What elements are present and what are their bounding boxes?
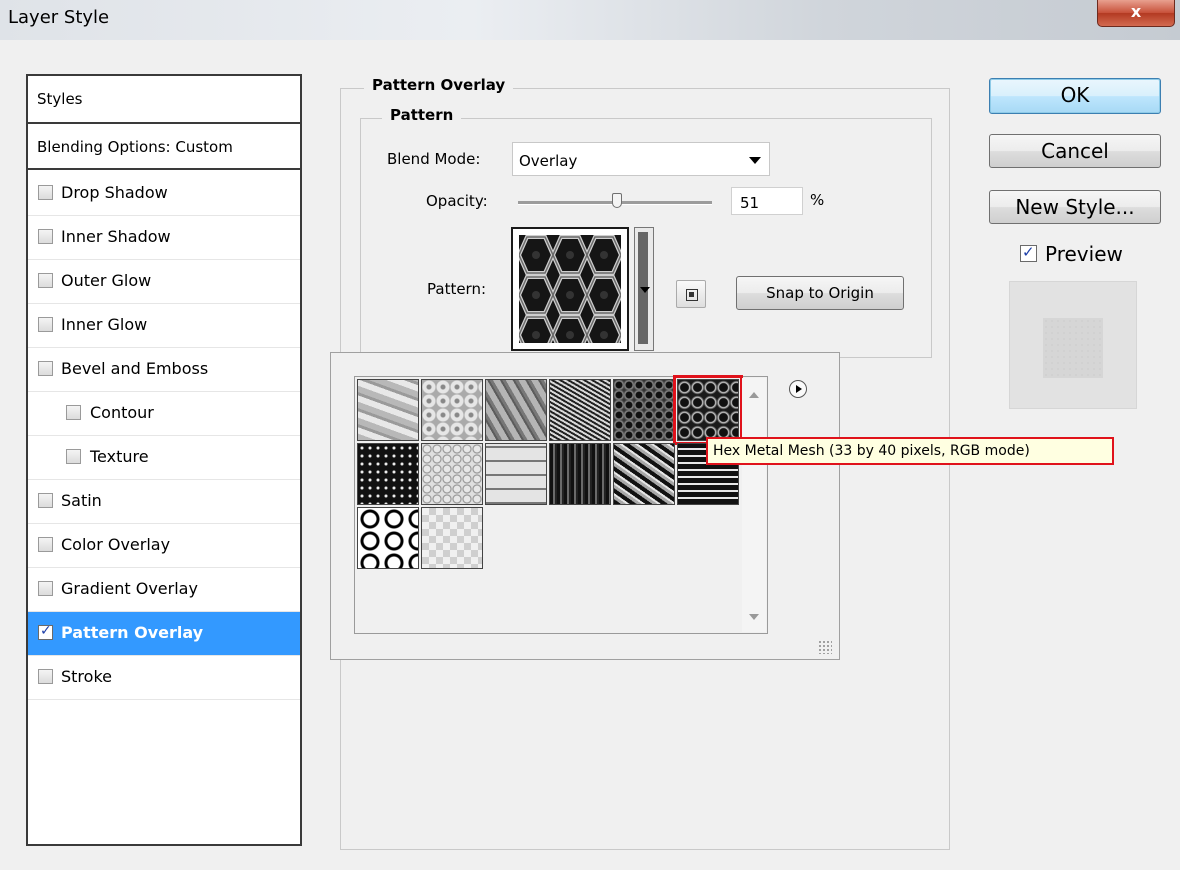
- style-item[interactable]: Stroke: [28, 656, 300, 700]
- style-checkbox[interactable]: [38, 185, 53, 200]
- style-item-label: Drop Shadow: [61, 183, 168, 202]
- window-title: Layer Style: [8, 7, 110, 28]
- pattern-tile-light-hex-rings[interactable]: [421, 443, 483, 505]
- style-checkbox[interactable]: [38, 229, 53, 244]
- pattern-label: Pattern:: [427, 280, 487, 298]
- style-item[interactable]: Contour: [28, 392, 300, 436]
- style-item-label: Texture: [90, 447, 149, 466]
- style-item[interactable]: Drop Shadow: [28, 172, 300, 216]
- style-item-label: Inner Shadow: [61, 227, 171, 246]
- resize-grip-icon[interactable]: [818, 640, 832, 654]
- style-preview: [1009, 281, 1137, 409]
- pattern-tooltip: Hex Metal Mesh (33 by 40 pixels, RGB mod…: [706, 437, 1114, 465]
- opacity-label: Opacity:: [426, 192, 488, 210]
- style-item[interactable]: Satin: [28, 480, 300, 524]
- pattern-swatch[interactable]: [511, 227, 629, 351]
- style-item-label: Stroke: [61, 667, 112, 686]
- style-checkbox[interactable]: [38, 623, 53, 640]
- pattern-grid-scrollbar[interactable]: [742, 378, 766, 632]
- pattern-tile-tile-blocks[interactable]: [485, 443, 547, 505]
- pattern-tile-vertical-stripes[interactable]: [549, 443, 611, 505]
- style-checkbox[interactable]: [38, 273, 53, 288]
- style-item[interactable]: Bevel and Emboss: [28, 348, 300, 392]
- style-item-label: Satin: [61, 491, 102, 510]
- style-item-label: Inner Glow: [61, 315, 148, 334]
- chevron-down-icon: [749, 157, 761, 164]
- preview-checkbox[interactable]: [1020, 243, 1037, 262]
- cancel-button[interactable]: Cancel: [989, 134, 1161, 168]
- picker-menu-icon[interactable]: [789, 380, 807, 398]
- scroll-down-icon[interactable]: [749, 614, 759, 620]
- style-item-label: Gradient Overlay: [61, 579, 198, 598]
- opacity-slider-thumb[interactable]: [611, 193, 622, 208]
- style-item[interactable]: Color Overlay: [28, 524, 300, 568]
- opacity-field[interactable]: 51: [731, 187, 803, 215]
- snap-to-origin-button[interactable]: Snap to Origin: [736, 276, 904, 310]
- pattern-tile-dark-hex-grid[interactable]: [613, 379, 675, 441]
- styles-list: Styles Blending Options: Custom Drop Sha…: [26, 74, 302, 846]
- style-item[interactable]: Inner Glow: [28, 304, 300, 348]
- blend-mode-value: Overlay: [519, 152, 578, 170]
- pattern-overlay-title: Pattern Overlay: [364, 76, 514, 94]
- style-item-label: Contour: [90, 403, 154, 422]
- pattern-tile-diagonal-mesh[interactable]: [549, 379, 611, 441]
- style-item[interactable]: Gradient Overlay: [28, 568, 300, 612]
- pattern-tile-hex-metal-mesh[interactable]: [673, 375, 743, 445]
- style-checkbox[interactable]: [38, 317, 53, 332]
- pattern-tile-light-checker[interactable]: [421, 507, 483, 569]
- pattern-tile-light-marble[interactable]: [357, 379, 419, 441]
- blend-mode-select[interactable]: Overlay: [512, 142, 770, 176]
- style-checkbox[interactable]: [38, 537, 53, 552]
- style-checkbox[interactable]: [38, 361, 53, 376]
- ok-button[interactable]: OK: [989, 78, 1161, 114]
- style-item-label: Color Overlay: [61, 535, 171, 554]
- blending-options-label: Blending Options: Custom: [37, 138, 233, 156]
- style-checkbox[interactable]: [66, 405, 81, 420]
- style-item-label: Outer Glow: [61, 271, 152, 290]
- style-checkbox[interactable]: [38, 493, 53, 508]
- pattern-subgroup-title: Pattern: [382, 106, 462, 124]
- pattern-dropdown-arrow-icon[interactable]: [637, 275, 652, 305]
- opacity-unit: %: [810, 191, 825, 209]
- style-item[interactable]: Texture: [28, 436, 300, 480]
- styles-header[interactable]: Styles: [28, 76, 300, 124]
- style-item[interactable]: Inner Shadow: [28, 216, 300, 260]
- pattern-tile-light-swirl-mesh[interactable]: [421, 379, 483, 441]
- style-item-label: Bevel and Emboss: [61, 359, 209, 378]
- style-preview-swatch: [1043, 318, 1103, 378]
- style-item[interactable]: Pattern Overlay: [28, 612, 300, 656]
- pattern-tile-diagonal-weave[interactable]: [613, 443, 675, 505]
- styles-header-label: Styles: [37, 90, 83, 108]
- blending-options-item[interactable]: Blending Options: Custom: [28, 126, 300, 170]
- new-style-button[interactable]: New Style...: [989, 190, 1161, 224]
- style-checkbox[interactable]: [38, 581, 53, 596]
- style-item-label: Pattern Overlay: [61, 623, 204, 642]
- style-checkbox[interactable]: [38, 669, 53, 684]
- new-preset-icon[interactable]: [676, 280, 706, 308]
- pattern-tile-brushed-metal[interactable]: [485, 379, 547, 441]
- preview-label: Preview: [1045, 242, 1123, 266]
- close-button[interactable]: x: [1097, 0, 1175, 27]
- blend-mode-label: Blend Mode:: [387, 150, 481, 168]
- style-item[interactable]: Outer Glow: [28, 260, 300, 304]
- pattern-tile-black-hexagons[interactable]: [357, 507, 419, 569]
- style-checkbox[interactable]: [66, 449, 81, 464]
- pattern-tile-dark-hex-weave[interactable]: [357, 443, 419, 505]
- scroll-up-icon[interactable]: [749, 392, 759, 398]
- title-bar: Layer Style: [0, 0, 1180, 40]
